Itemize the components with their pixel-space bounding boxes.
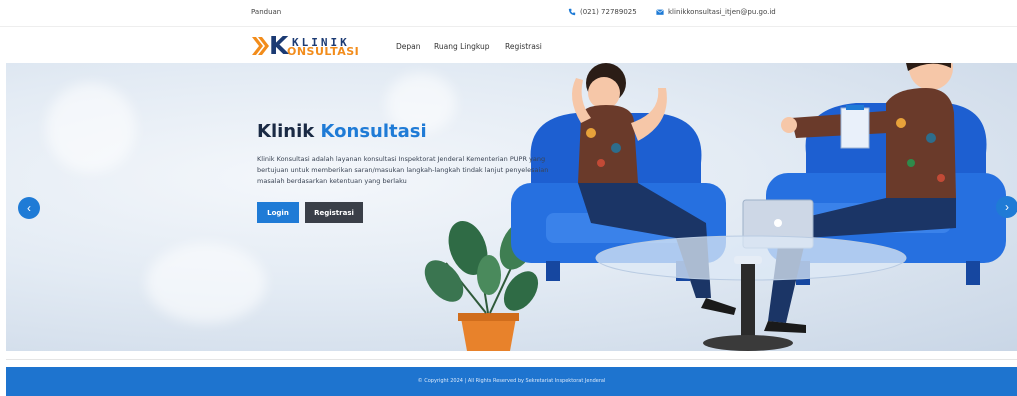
nav-registrasi[interactable]: Registrasi <box>505 42 542 51</box>
hero-carousel: Klinik Konsultasi Klinik Konsultasi adal… <box>6 63 1017 351</box>
footer: © Copyright 2024 | All Rights Reserved b… <box>6 367 1017 396</box>
glass-table-illustration <box>595 235 907 351</box>
chevron-right-icon: › <box>1005 200 1009 214</box>
carousel-next-button[interactable]: › <box>996 196 1017 218</box>
hero-description: Klinik Konsultasi adalah layanan konsult… <box>257 155 549 185</box>
consultation-illustration <box>424 63 1006 351</box>
phone-icon <box>568 8 576 16</box>
brand-logo[interactable]: K KLINIK ONSULTASI <box>251 33 371 59</box>
nav-depan[interactable]: Depan <box>396 42 421 51</box>
hero-title-accent: Konsultasi <box>320 121 427 142</box>
phone-contact: (021) 72789025 <box>568 8 637 16</box>
email-contact: klinikkonsultasi_itjen@pu.go.id <box>656 8 776 16</box>
chevron-logo-icon <box>252 37 269 55</box>
chevron-left-icon: ‹ <box>27 201 31 215</box>
phone-number: (021) 72789025 <box>580 8 637 16</box>
page: Panduan (021) 72789025 klinikkonsultasi_… <box>0 0 1017 396</box>
navbar: K KLINIK ONSULTASI Depan Ruang Lingkup R… <box>0 28 1017 62</box>
carousel-prev-button[interactable]: ‹ <box>18 197 40 219</box>
register-button[interactable]: Registrasi <box>305 202 363 223</box>
logo-konsultasi-text: ONSULTASI <box>287 45 360 58</box>
copyright-text: © Copyright 2024 | All Rights Reserved b… <box>417 378 606 384</box>
guide-link[interactable]: Panduan <box>251 8 281 16</box>
hero-title-primary: Klinik <box>257 121 315 142</box>
logo-k: K <box>269 31 289 60</box>
nav-ruang-lingkup[interactable]: Ruang Lingkup <box>434 42 490 51</box>
top-bar: Panduan (021) 72789025 klinikkonsultasi_… <box>0 0 1017 27</box>
email-address: klinikkonsultasi_itjen@pu.go.id <box>668 8 776 16</box>
envelope-icon <box>656 9 664 15</box>
hero-title: Klinik Konsultasi <box>257 121 427 142</box>
login-button[interactable]: Login <box>257 202 299 223</box>
divider <box>6 359 1017 360</box>
